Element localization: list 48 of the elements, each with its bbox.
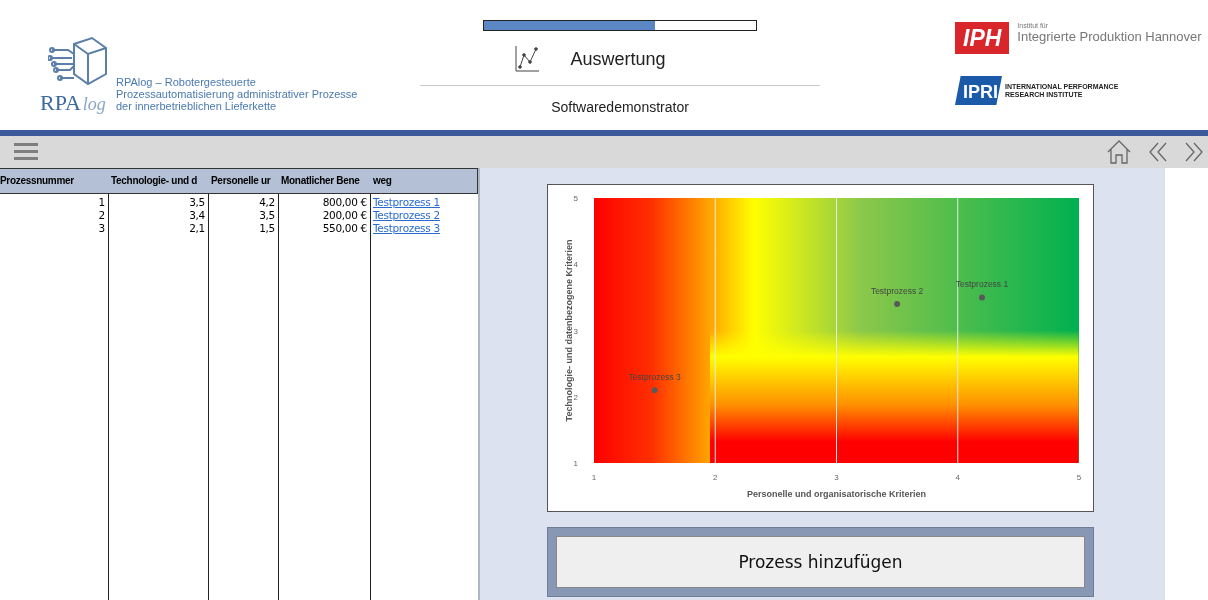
subtitle: Softwaredemonstrator [420, 85, 820, 115]
table-cell-text: 3,4 [188, 209, 206, 222]
logo-wordmark: RPAlog [40, 92, 106, 114]
data-label: Testprozess 3 [628, 372, 681, 383]
table-cell-text: 3,5 [188, 196, 206, 209]
partner-logo-mark: IPRI [955, 76, 1002, 105]
axis-tick-label: 5 [1076, 473, 1082, 482]
axis-tick-label: 4 [955, 473, 960, 482]
robot-box-logo-icon [48, 36, 110, 88]
menu-icon[interactable] [14, 142, 38, 162]
axis-tick-label: 1 [573, 459, 578, 468]
line-chart-icon [514, 45, 541, 73]
table-cell-text: 3,5 [258, 209, 276, 222]
process-link[interactable]: Testprozess 3 [371, 222, 478, 235]
add-process-button[interactable]: Prozess hinzufügen [556, 536, 1085, 588]
axis-tick-label: 3 [573, 326, 578, 336]
table-cell-text: 800,00 € [321, 196, 368, 209]
table-cell-text: 550,00 € [321, 222, 368, 235]
axis-tick-label: 5 [573, 194, 578, 203]
previous-icon[interactable] [1148, 141, 1168, 163]
partner-name: Integrierte Produktion Hannover [1017, 29, 1202, 44]
table-cell-text: 2,1 [188, 222, 206, 235]
column-header: Monatlicher Bene [280, 174, 361, 188]
column-header: Personelle ur [210, 174, 272, 188]
axis-tick-label: 1 [591, 473, 597, 482]
x-axis-title: Personelle und organisatorische Kriterien [746, 489, 927, 499]
axis-tick-label: 3 [834, 473, 839, 482]
table-cell-text: 200,00 € [321, 209, 368, 222]
column-header: Prozessnummer [0, 174, 75, 188]
table-cell-text: 2 [97, 209, 106, 222]
page-title: Auswertung [570, 48, 666, 70]
home-icon[interactable] [1106, 139, 1132, 165]
project-description: RPAlog – Robotergesteuerte Prozessautomatisierung administrativer Prozesse der innerbetrieblichen Lieferkette [116, 76, 358, 114]
table-cell-text: 1 [97, 196, 106, 209]
y-axis-title: Technologie- und datenbezogene Kriterien [564, 239, 574, 422]
axis-tick-label: 2 [573, 392, 578, 402]
column-header: Technologie- und d [110, 174, 199, 188]
axis-tick-label: 4 [573, 260, 578, 270]
partner-logo-mark: IPH [955, 22, 1010, 54]
axis-tick-label: 2 [713, 473, 718, 482]
process-link[interactable]: Testprozess 1 [371, 196, 478, 209]
table-cell-text: 1,5 [258, 222, 276, 235]
table-cell-text: 4,2 [258, 196, 276, 209]
next-icon[interactable] [1184, 141, 1204, 163]
process-link[interactable]: Testprozess 2 [371, 209, 478, 222]
data-label: Testprozess 2 [870, 286, 924, 296]
column-header: weg [372, 174, 393, 188]
table-cell-text: 3 [97, 222, 106, 235]
